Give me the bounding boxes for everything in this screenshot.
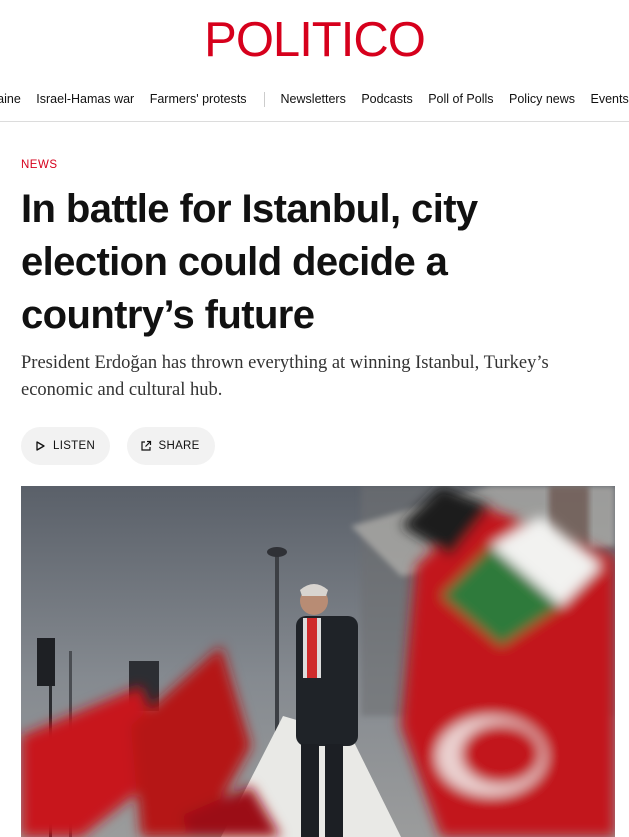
nav-item-events[interactable]: Events [591, 92, 629, 106]
nav-item-ukraine[interactable]: raine [0, 92, 21, 106]
article-actions: LISTEN SHARE [21, 427, 227, 465]
share-button[interactable]: SHARE [126, 427, 215, 465]
nav-item-newsletters[interactable]: Newsletters [281, 92, 346, 106]
article-dek: President Erdoğan has thrown everything … [21, 353, 549, 400]
hero-photo [21, 486, 615, 837]
share-icon [140, 440, 152, 452]
article-headline: In battle for Istanbul, city election co… [21, 187, 478, 337]
nav-divider [264, 92, 266, 108]
nav-item-podcasts[interactable]: Podcasts [361, 92, 412, 106]
listen-button[interactable]: LISTEN [21, 427, 111, 465]
article-kicker[interactable]: NEWS [21, 159, 58, 171]
nav-item-farmers-protests[interactable]: Farmers' protests [150, 92, 247, 106]
share-label: SHARE [158, 440, 200, 452]
nav-item-policy-news[interactable]: Policy news [509, 92, 575, 106]
nav-item-israel-hamas-war[interactable]: Israel-Hamas war [36, 92, 134, 106]
nav-item-poll-of-polls[interactable]: Poll of Polls [428, 92, 493, 106]
section-nav: raine Israel-Hamas war Farmers' protests… [0, 88, 629, 114]
listen-label: LISTEN [53, 440, 96, 452]
politico-logo[interactable]: POLITICO [0, 10, 629, 70]
nav-divider-line [0, 121, 629, 122]
masthead: POLITICO [0, 0, 629, 80]
hero-image [21, 486, 615, 837]
play-icon [34, 440, 46, 452]
